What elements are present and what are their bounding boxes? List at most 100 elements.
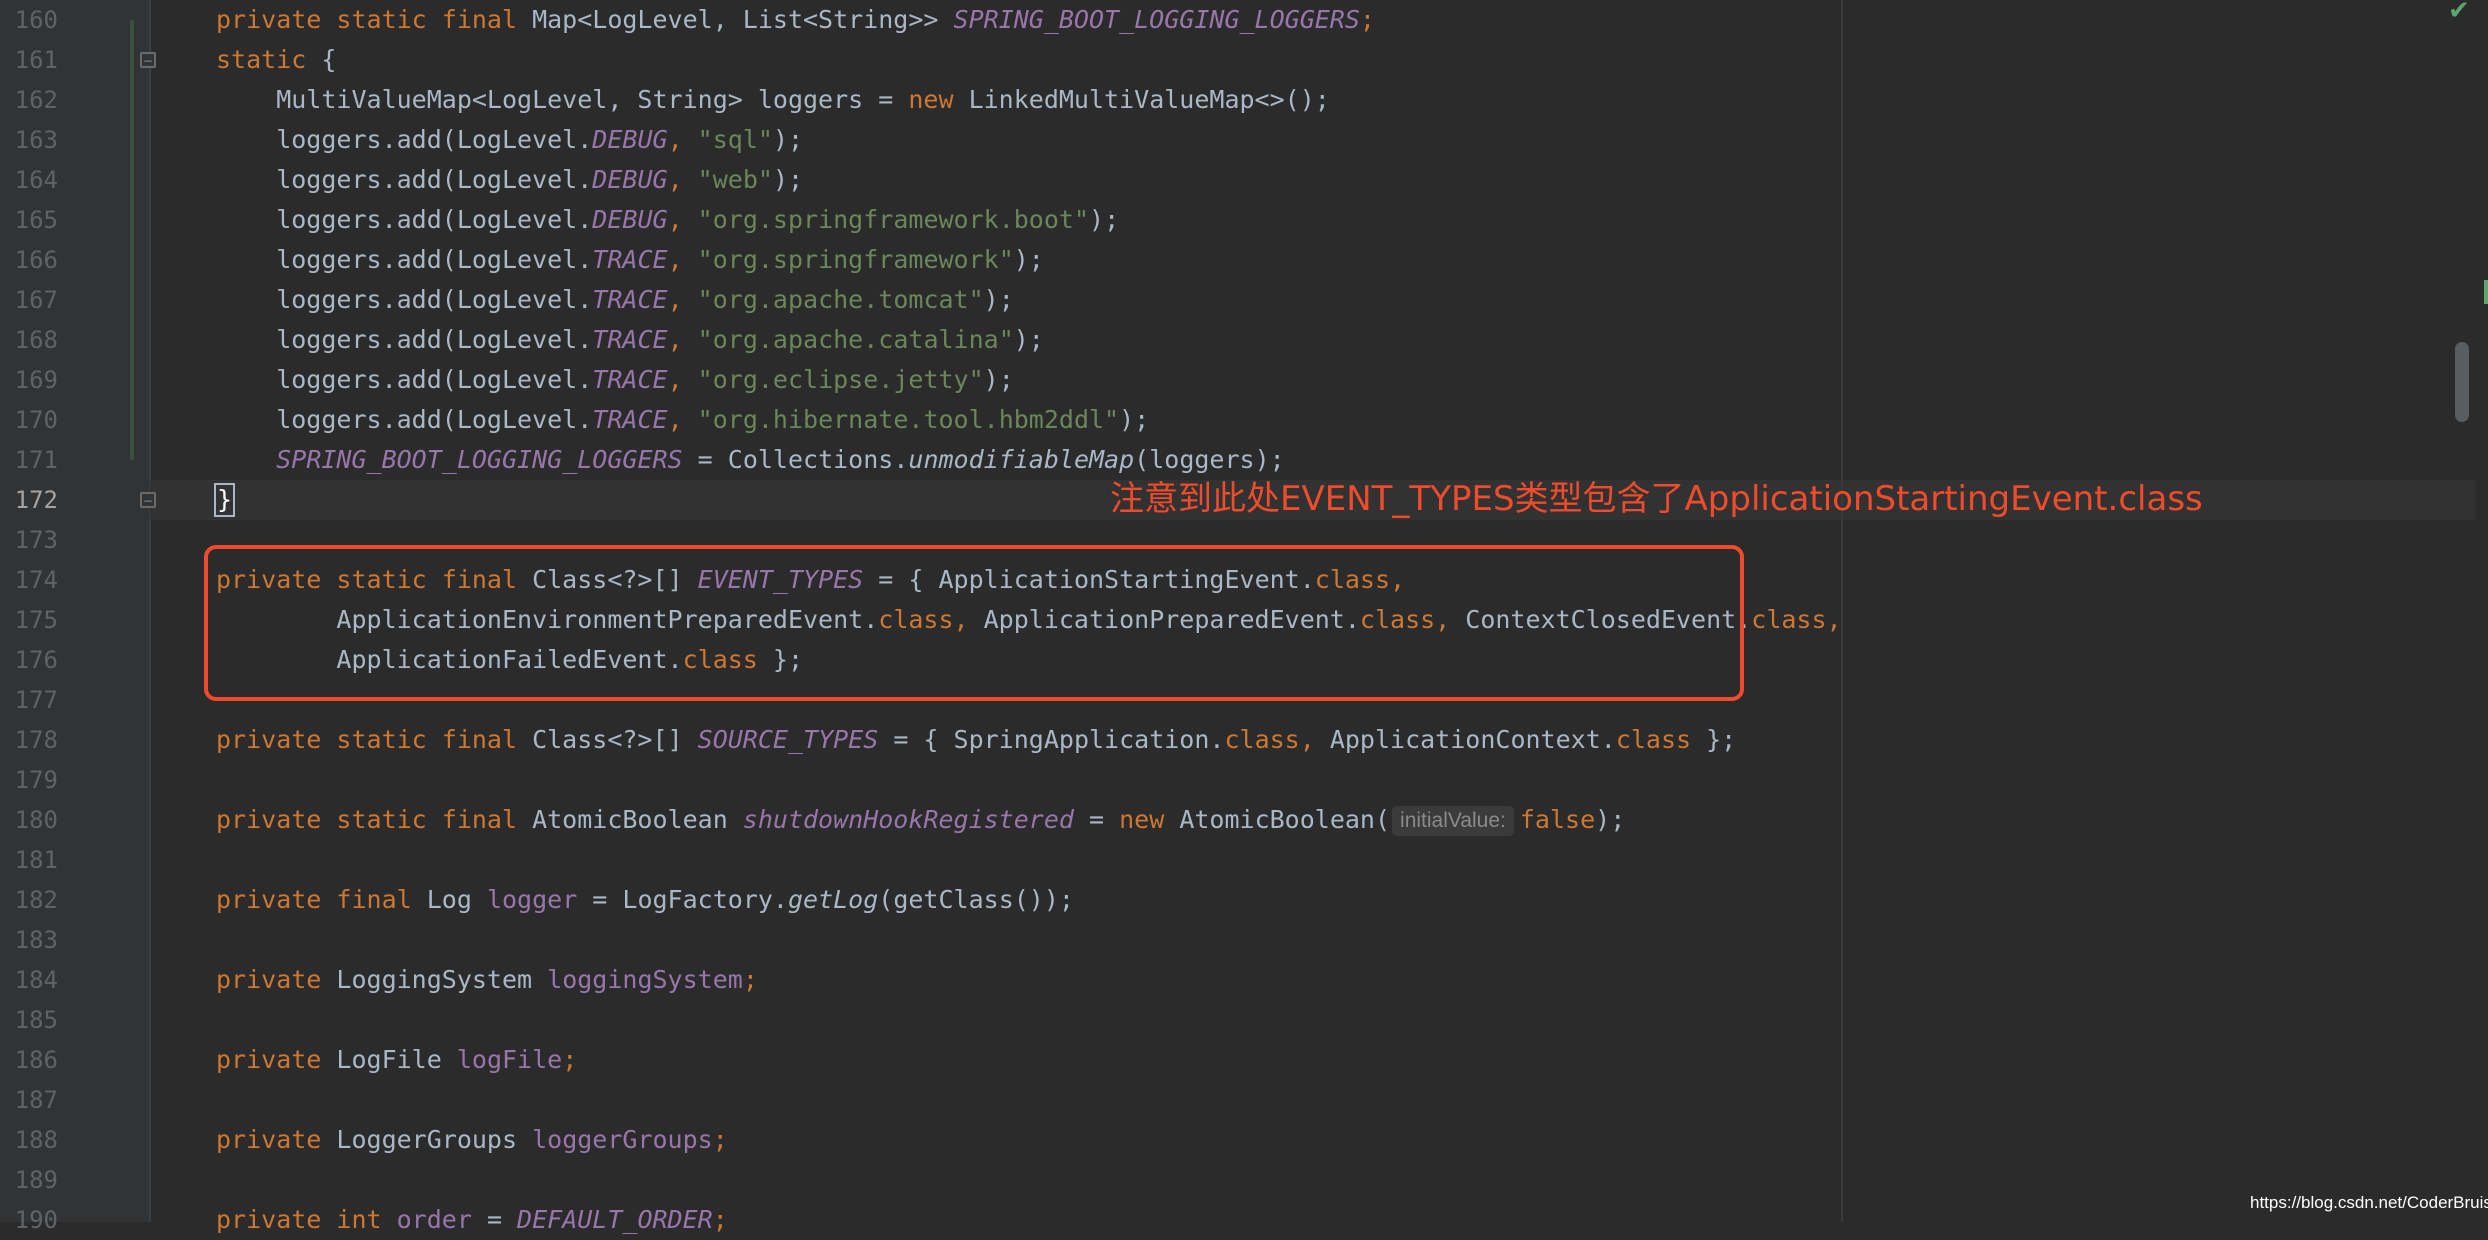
code-line[interactable]: SPRING_BOOT_LOGGING_LOGGERS = Collection… [216,440,1285,480]
code-token: Map<LogLevel, List<String>> [532,5,954,34]
code-line[interactable]: private LoggerGroups loggerGroups; [216,1120,728,1160]
code-line[interactable]: private static final Class<?>[] SOURCE_T… [216,720,1736,760]
annotation-text: 注意到此处EVENT_TYPES类型包含了ApplicationStarting… [1110,479,2203,519]
line-number[interactable]: 179 [0,760,58,800]
line-number[interactable]: 160 [0,0,58,40]
code-line[interactable]: loggers.add(LogLevel.TRACE, "org.hiberna… [216,400,1149,440]
code-token: LoggingSystem [336,965,548,994]
line-number[interactable]: 186 [0,1040,58,1080]
code-token: false [1519,805,1596,834]
line-number[interactable]: 183 [0,920,58,960]
watermark: https://blog.csdn.net/CoderBruis [2250,1193,2488,1212]
code-token: ); [983,365,1014,394]
code-token: Class<?>[] [532,725,698,754]
code-token: loggers.add(LogLevel. [216,365,593,394]
code-line[interactable]: loggers.add(LogLevel.TRACE, "org.apache.… [216,320,1044,360]
line-number[interactable]: 172 [0,480,58,520]
line-number[interactable]: 162 [0,80,58,120]
code-token: loggers.add(LogLevel. [216,285,593,314]
vcs-change-marker[interactable] [130,20,134,460]
line-number[interactable]: 184 [0,960,58,1000]
code-token: , [667,365,698,394]
line-number[interactable]: 178 [0,720,58,760]
code-token: SOURCE_TYPES [697,725,879,754]
code-line[interactable]: static { [216,40,336,80]
line-number[interactable]: 187 [0,1080,58,1120]
code-token: class, [1224,725,1330,754]
code-line[interactable]: private LogFile logFile; [216,1040,577,1080]
line-number[interactable]: 168 [0,320,58,360]
line-number[interactable]: 173 [0,520,58,560]
code-token: "org.apache.tomcat" [697,285,984,314]
line-number[interactable]: 171 [0,440,58,480]
code-token: ); [772,165,804,194]
code-token: ; [1359,5,1375,34]
line-number[interactable]: 180 [0,800,58,840]
code-token: (loggers); [1134,445,1285,474]
code-token: private int [216,1205,397,1234]
code-token: "sql" [697,125,773,154]
code-token: LoggerGroups [336,1125,533,1154]
line-number[interactable]: 174 [0,560,58,600]
line-number[interactable]: 170 [0,400,58,440]
fold-collapse-icon[interactable]: − [140,52,156,68]
line-number[interactable]: 176 [0,640,58,680]
code-line[interactable]: loggers.add(LogLevel.DEBUG, "sql"); [216,120,818,160]
code-line[interactable]: private int order = DEFAULT_ORDER; [216,1200,728,1240]
line-number[interactable]: 177 [0,680,58,720]
code-token: ; [712,1205,728,1234]
code-token: class [1615,725,1707,754]
code-token: , [667,245,698,274]
code-token: loggers.add(LogLevel. [216,125,593,154]
code-token: "org.springframework" [697,245,1014,274]
line-number[interactable]: 188 [0,1120,58,1160]
code-line[interactable]: loggers.add(LogLevel.TRACE, "org.apache.… [216,280,1014,320]
line-number[interactable]: 164 [0,160,58,200]
code-token: , [667,165,698,194]
code-line[interactable]: loggers.add(LogLevel.TRACE, "org.eclipse… [216,360,1014,400]
code-line[interactable]: } [214,480,236,520]
code-token: DEFAULT_ORDER [517,1205,713,1234]
code-line[interactable]: private LoggingSystem loggingSystem; [216,960,758,1000]
line-number[interactable]: 169 [0,360,58,400]
line-number[interactable]: 167 [0,280,58,320]
line-number[interactable]: 166 [0,240,58,280]
line-number[interactable]: 182 [0,880,58,920]
line-number[interactable]: 185 [0,1000,58,1040]
code-token: "web" [697,165,773,194]
code-token: MultiValueMap<LogLevel, String> loggers … [216,85,909,114]
code-token: TRACE [592,325,668,354]
code-token: loggers.add(LogLevel. [216,165,593,194]
code-token: AtomicBoolean( [1179,805,1391,834]
parameter-hint: initialValue: [1392,806,1514,836]
line-number[interactable]: 175 [0,600,58,640]
code-token: private final [216,885,427,914]
code-token: TRACE [592,245,668,274]
code-line[interactable]: MultiValueMap<LogLevel, String> loggers … [216,80,1330,120]
code-line[interactable]: loggers.add(LogLevel.DEBUG, "web"); [216,160,803,200]
code-token: loggers.add(LogLevel. [216,245,593,274]
code-token: logFile [456,1045,563,1074]
vertical-scrollbar-thumb[interactable] [2455,342,2469,422]
code-token: "org.apache.catalina" [697,325,1014,354]
code-token: ; [562,1045,578,1074]
line-number[interactable]: 189 [0,1160,58,1200]
code-line[interactable]: private static final Map<LogLevel, List<… [216,0,1375,40]
code-token: new [908,85,969,114]
code-token: = [1073,805,1120,834]
code-line[interactable]: loggers.add(LogLevel.DEBUG, "org.springf… [216,200,1119,240]
line-number[interactable]: 190 [0,1200,58,1240]
line-number[interactable]: 181 [0,840,58,880]
fold-end-icon[interactable]: − [140,492,156,508]
checkmark-icon[interactable]: ✔ [2448,0,2470,26]
code-line[interactable]: private static final AtomicBoolean shutd… [216,800,1625,840]
text-caret: } [214,483,236,517]
code-line[interactable]: private final Log logger = LogFactory.ge… [216,880,1074,920]
line-number[interactable]: 161 [0,40,58,80]
error-stripe-marker[interactable] [2484,280,2488,304]
line-number[interactable]: 163 [0,120,58,160]
code-token: , [667,205,698,234]
code-token: ; [712,1125,728,1154]
line-number[interactable]: 165 [0,200,58,240]
code-line[interactable]: loggers.add(LogLevel.TRACE, "org.springf… [216,240,1044,280]
